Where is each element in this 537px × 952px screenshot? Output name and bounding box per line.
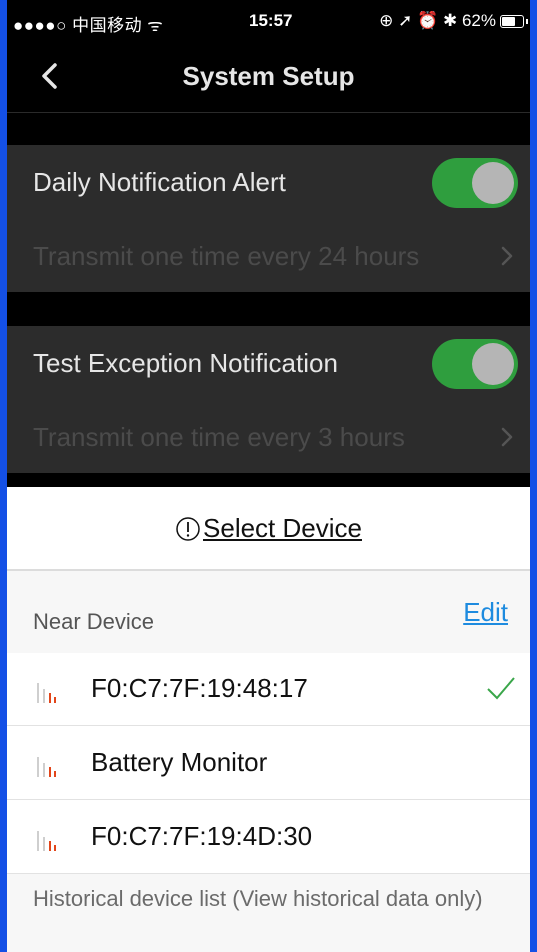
setting-daily-notification: Daily Notification Alert Transmit one ti… [7, 145, 530, 292]
device-name: F0:C7:7F:19:48:17 [91, 673, 308, 703]
sheet-header: Select Device [7, 487, 530, 571]
sheet-title[interactable]: Select Device [175, 513, 362, 544]
setting-label: Test Exception Notification [33, 348, 338, 378]
device-name: F0:C7:7F:19:4D:30 [91, 821, 313, 851]
status-icons: ⊕ ➚ ⏰ ✱ 62% [379, 11, 496, 30]
signal-strength-icon [37, 831, 56, 851]
test-exception-toggle[interactable] [432, 339, 518, 389]
chevron-right-icon[interactable] [498, 424, 516, 450]
setting-interval[interactable]: Transmit one time every 24 hours [33, 241, 419, 272]
signal-strength-icon [37, 757, 56, 777]
info-icon [176, 516, 200, 541]
carrier-signal: ●●●●○ 中国移动 ᯤ [13, 16, 164, 35]
daily-notification-toggle[interactable] [432, 158, 518, 208]
historical-device-list[interactable]: Historical device list (View historical … [7, 874, 530, 952]
battery-icon [500, 15, 528, 28]
device-name: Battery Monitor [91, 747, 268, 777]
toggle-knob [472, 343, 514, 385]
setting-label: Daily Notification Alert [33, 167, 286, 197]
setting-interval[interactable]: Transmit one time every 3 hours [33, 422, 405, 453]
status-bar: ●●●●○ 中国移动 ᯤ 15:57 ⊕ ➚ ⏰ ✱ 62% [7, 0, 530, 44]
device-row[interactable]: Battery Monitor [7, 727, 530, 800]
chevron-right-icon[interactable] [498, 243, 516, 269]
edit-button[interactable]: Edit [463, 597, 508, 628]
page-title: System Setup [182, 61, 355, 91]
toggle-knob [472, 162, 514, 204]
select-device-sheet: Select Device Near Device Edit F0:C7:7F:… [7, 487, 530, 952]
sheet-title-text: Select Device [203, 513, 362, 543]
device-row[interactable]: F0:C7:7F:19:48:17 [7, 653, 530, 726]
checkmark-icon [487, 677, 515, 700]
near-device-label: Near Device [33, 609, 155, 634]
near-device-header: Near Device Edit [7, 571, 530, 654]
navigation-bar: System Setup [7, 44, 530, 113]
phone-screen: ●●●●○ 中国移动 ᯤ 15:57 ⊕ ➚ ⏰ ✱ 62% System Se… [7, 0, 530, 952]
setting-test-exception: Test Exception Notification Transmit one… [7, 326, 530, 473]
historical-device-label: Historical device list (View historical … [33, 886, 483, 911]
device-row[interactable]: F0:C7:7F:19:4D:30 [7, 801, 530, 874]
status-time: 15:57 [249, 11, 293, 30]
signal-strength-icon [37, 683, 56, 703]
